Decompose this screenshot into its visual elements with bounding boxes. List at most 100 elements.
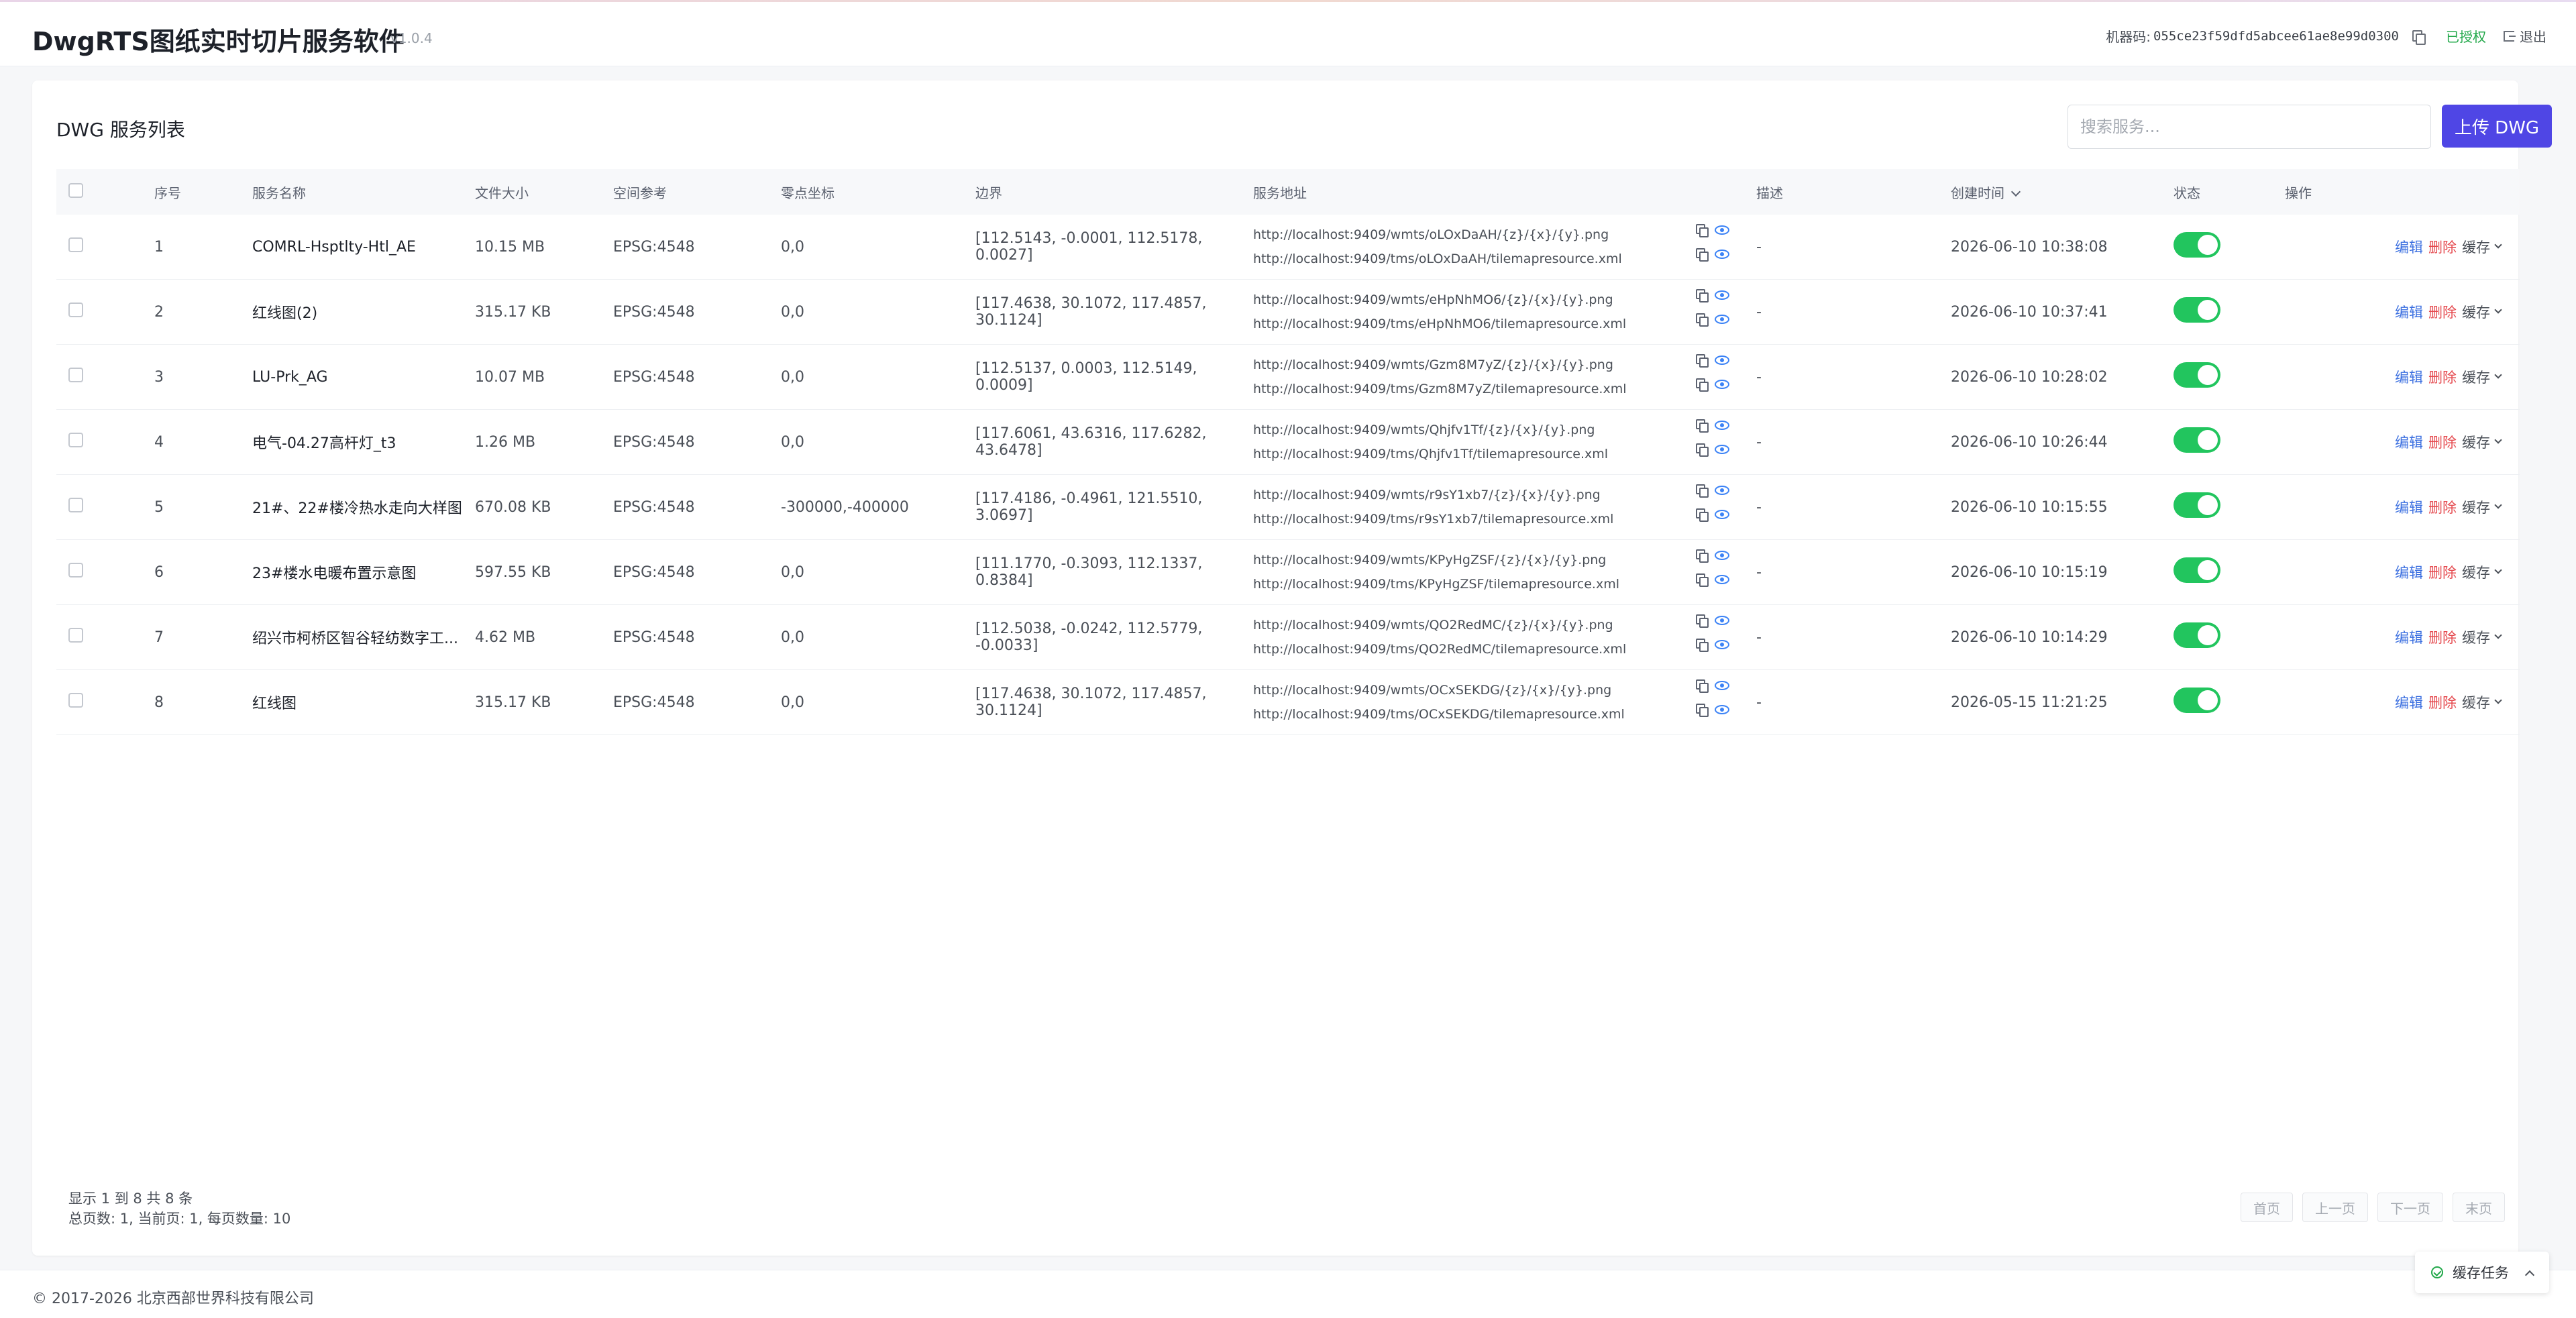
edit-button[interactable]: 编辑	[2395, 367, 2423, 387]
edit-button[interactable]: 编辑	[2395, 627, 2423, 647]
cache-dropdown[interactable]: 缓存	[2462, 692, 2502, 712]
preview-eye-icon[interactable]	[1715, 704, 1729, 714]
bounds: [117.4638, 30.1072, 117.4857, 30.1124]	[975, 295, 1207, 329]
copy-icon[interactable]	[1696, 508, 1709, 522]
copy-icon[interactable]	[1696, 639, 1709, 652]
zero-coord: 0,0	[781, 368, 804, 386]
chevron-down-icon	[2494, 306, 2502, 314]
copy-icon[interactable]	[1696, 224, 1709, 237]
cache-dropdown[interactable]: 缓存	[2462, 562, 2502, 582]
preview-eye-icon[interactable]	[1715, 680, 1729, 690]
preview-eye-icon[interactable]	[1715, 290, 1729, 300]
col-zero: 零点坐标	[781, 184, 835, 201]
status-toggle[interactable]	[2174, 688, 2220, 713]
prev-page-button[interactable]: 上一页	[2302, 1193, 2368, 1222]
first-page-button[interactable]: 首页	[2241, 1193, 2293, 1222]
preview-eye-icon[interactable]	[1715, 615, 1729, 625]
service-name: 绍兴市柯桥区智谷轻纺数字工...	[252, 630, 458, 647]
delete-button[interactable]: 删除	[2428, 302, 2457, 322]
edit-button[interactable]: 编辑	[2395, 302, 2423, 322]
edit-button[interactable]: 编辑	[2395, 692, 2423, 712]
cache-dropdown[interactable]: 缓存	[2462, 497, 2502, 517]
row-index: 6	[154, 563, 164, 581]
table-row: 6 23#楼水电暖布置示意图 597.55 KB EPSG:4548 0,0 […	[56, 540, 2520, 605]
edit-button[interactable]: 编辑	[2395, 432, 2423, 452]
service-urls: http://localhost:9409/wmts/oLOxDaAH/{z}/…	[1253, 223, 1756, 271]
preview-eye-icon[interactable]	[1715, 574, 1729, 584]
copy-icon[interactable]	[1696, 484, 1709, 498]
logout-button[interactable]: 退出	[2504, 26, 2546, 46]
edit-button[interactable]: 编辑	[2395, 562, 2423, 582]
edit-button[interactable]: 编辑	[2395, 497, 2423, 517]
copy-icon[interactable]	[1696, 354, 1709, 368]
row-index: 7	[154, 628, 164, 646]
row-checkbox[interactable]	[68, 693, 83, 708]
col-bound: 边界	[975, 184, 1002, 201]
copy-icon[interactable]	[1696, 378, 1709, 392]
copy-icon[interactable]	[1696, 443, 1709, 457]
upload-dwg-button[interactable]: 上传 DWG	[2442, 105, 2552, 148]
row-checkbox[interactable]	[68, 563, 83, 578]
row-checkbox[interactable]	[68, 433, 83, 447]
status-toggle[interactable]	[2174, 622, 2220, 648]
next-page-button[interactable]: 下一页	[2377, 1193, 2443, 1222]
cache-dropdown[interactable]: 缓存	[2462, 237, 2502, 257]
copy-icon[interactable]	[1696, 549, 1709, 563]
preview-eye-icon[interactable]	[1715, 444, 1729, 454]
preview-eye-icon[interactable]	[1715, 550, 1729, 560]
preview-eye-icon[interactable]	[1715, 639, 1729, 649]
copy-icon[interactable]	[1696, 248, 1709, 262]
copyright: © 2017-2026 北京西部世界科技有限公司	[32, 1290, 314, 1307]
preview-eye-icon[interactable]	[1715, 509, 1729, 519]
row-checkbox[interactable]	[68, 237, 83, 252]
copy-icon[interactable]	[1696, 313, 1709, 327]
preview-eye-icon[interactable]	[1715, 249, 1729, 259]
delete-button[interactable]: 删除	[2428, 367, 2457, 387]
chevron-down-icon	[2494, 566, 2502, 574]
row-index: 1	[154, 238, 164, 256]
delete-button[interactable]: 删除	[2428, 692, 2457, 712]
copy-icon[interactable]	[1696, 704, 1709, 717]
preview-eye-icon[interactable]	[1715, 355, 1729, 365]
select-all-checkbox[interactable]	[68, 182, 83, 198]
copy-icon[interactable]	[1696, 573, 1709, 587]
delete-button[interactable]: 删除	[2428, 562, 2457, 582]
tms-url-actions	[1696, 443, 1729, 457]
preview-eye-icon[interactable]	[1715, 314, 1729, 324]
col-time-sort[interactable]: 创建时间	[1951, 182, 2174, 202]
cache-dropdown[interactable]: 缓存	[2462, 432, 2502, 452]
status-toggle[interactable]	[2174, 427, 2220, 453]
row-actions: 编辑 删除 缓存	[2285, 627, 2506, 647]
preview-eye-icon[interactable]	[1715, 485, 1729, 495]
delete-button[interactable]: 删除	[2428, 497, 2457, 517]
preview-eye-icon[interactable]	[1715, 225, 1729, 235]
description: -	[1756, 303, 1762, 321]
copy-icon[interactable]	[1696, 679, 1709, 693]
copy-icon[interactable]	[1696, 614, 1709, 628]
delete-button[interactable]: 删除	[2428, 627, 2457, 647]
status-toggle[interactable]	[2174, 492, 2220, 518]
delete-button[interactable]: 删除	[2428, 432, 2457, 452]
cache-dropdown[interactable]: 缓存	[2462, 302, 2502, 322]
row-checkbox[interactable]	[68, 628, 83, 643]
row-checkbox[interactable]	[68, 368, 83, 382]
created-time: 2026-06-10 10:37:41	[1951, 303, 2108, 321]
copy-icon[interactable]	[2412, 30, 2426, 45]
last-page-button[interactable]: 末页	[2453, 1193, 2505, 1222]
copy-icon[interactable]	[1696, 419, 1709, 433]
cache-dropdown[interactable]: 缓存	[2462, 367, 2502, 387]
status-toggle[interactable]	[2174, 557, 2220, 583]
preview-eye-icon[interactable]	[1715, 420, 1729, 430]
delete-button[interactable]: 删除	[2428, 237, 2457, 257]
row-checkbox[interactable]	[68, 303, 83, 317]
status-toggle[interactable]	[2174, 362, 2220, 388]
edit-button[interactable]: 编辑	[2395, 237, 2423, 257]
row-checkbox[interactable]	[68, 498, 83, 512]
status-toggle[interactable]	[2174, 232, 2220, 258]
copy-icon[interactable]	[1696, 289, 1709, 303]
cache-tasks-button[interactable]: 缓存任务	[2415, 1252, 2549, 1293]
search-input[interactable]	[2068, 105, 2431, 149]
status-toggle[interactable]	[2174, 297, 2220, 323]
preview-eye-icon[interactable]	[1715, 379, 1729, 389]
cache-dropdown[interactable]: 缓存	[2462, 627, 2502, 647]
